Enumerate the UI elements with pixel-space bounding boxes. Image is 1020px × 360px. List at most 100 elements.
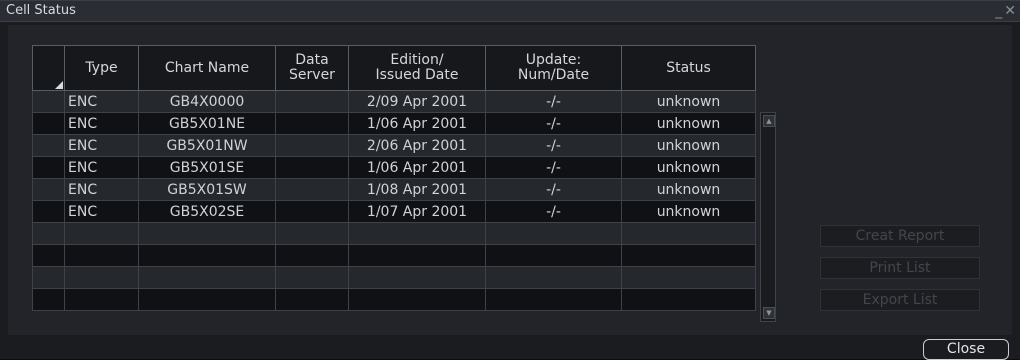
cell-data-server bbox=[275, 288, 349, 311]
row-selector[interactable] bbox=[32, 90, 65, 113]
cell-data-server bbox=[275, 156, 349, 179]
minimize-icon[interactable]: _ bbox=[995, 3, 1002, 19]
row-selector[interactable] bbox=[32, 288, 65, 311]
corner-triangle-icon bbox=[55, 81, 63, 89]
cell-chart-name: GB5X01SW bbox=[138, 178, 276, 201]
cell-edition: 1/07 Apr 2001 bbox=[348, 200, 486, 223]
cell-edition: 1/06 Apr 2001 bbox=[348, 156, 486, 179]
table-body: ENC GB4X0000 2/09 Apr 2001 -/- unknown ENC GB5… bbox=[32, 90, 756, 311]
column-header-line: Edition/ bbox=[390, 52, 444, 68]
cell-data-server bbox=[275, 112, 349, 135]
cell-edition bbox=[348, 266, 486, 289]
cell-data-server bbox=[275, 266, 349, 289]
cell-type bbox=[64, 288, 139, 311]
cell-type bbox=[64, 266, 139, 289]
cell-edition: 1/06 Apr 2001 bbox=[348, 112, 486, 135]
cell-status: unknown bbox=[621, 134, 756, 157]
cell-status: unknown bbox=[621, 90, 756, 113]
table-row[interactable] bbox=[32, 244, 756, 267]
cell-update bbox=[485, 244, 622, 267]
cell-status: unknown bbox=[621, 178, 756, 201]
cell-update: -/- bbox=[485, 156, 622, 179]
cell-status: unknown bbox=[621, 200, 756, 223]
cell-chart-name: GB5X01NW bbox=[138, 134, 276, 157]
cell-data-server bbox=[275, 134, 349, 157]
export-list-button[interactable]: Export List bbox=[820, 289, 980, 311]
cell-chart-name bbox=[138, 222, 276, 245]
close-icon[interactable]: ✕ bbox=[1004, 3, 1016, 19]
scroll-up-icon[interactable]: ▲ bbox=[763, 115, 775, 127]
column-header-chart-name[interactable]: Chart Name bbox=[138, 45, 276, 91]
cell-update: -/- bbox=[485, 178, 622, 201]
cell-edition: 2/09 Apr 2001 bbox=[348, 90, 486, 113]
table-row[interactable]: ENC GB5X01SW 1/08 Apr 2001 -/- unknown bbox=[32, 178, 756, 201]
table-row[interactable]: ENC GB5X02SE 1/07 Apr 2001 -/- unknown bbox=[32, 200, 756, 223]
footer-bar bbox=[0, 335, 1020, 359]
cell-update bbox=[485, 222, 622, 245]
close-button[interactable]: Close bbox=[923, 339, 1009, 360]
table-row[interactable]: ENC GB5X01SE 1/06 Apr 2001 -/- unknown bbox=[32, 156, 756, 179]
create-report-button[interactable]: Creat Report bbox=[820, 225, 980, 247]
row-selector[interactable] bbox=[32, 156, 65, 179]
cell-edition bbox=[348, 288, 486, 311]
cell-type: ENC bbox=[64, 112, 139, 135]
window-title: Cell Status bbox=[6, 3, 76, 18]
cell-chart-name bbox=[138, 266, 276, 289]
cell-chart-name: GB5X01SE bbox=[138, 156, 276, 179]
cell-data-server bbox=[275, 200, 349, 223]
cell-update: -/- bbox=[485, 112, 622, 135]
vertical-scrollbar[interactable]: ▲ ▼ bbox=[760, 112, 776, 322]
cell-type: ENC bbox=[64, 200, 139, 223]
cell-chart-name: GB5X01NE bbox=[138, 112, 276, 135]
row-selector[interactable] bbox=[32, 266, 65, 289]
table-row[interactable]: ENC GB4X0000 2/09 Apr 2001 -/- unknown bbox=[32, 90, 756, 113]
cell-edition bbox=[348, 222, 486, 245]
column-header-line: Server bbox=[289, 67, 335, 83]
column-header-status[interactable]: Status bbox=[621, 45, 756, 91]
select-all-header[interactable] bbox=[32, 45, 65, 91]
column-header-line: Data bbox=[295, 52, 329, 68]
cell-chart-name: GB5X02SE bbox=[138, 200, 276, 223]
cell-status: unknown bbox=[621, 156, 756, 179]
table-row[interactable]: ENC GB5X01NE 1/06 Apr 2001 -/- unknown bbox=[32, 112, 756, 135]
title-bar: Cell Status _ ✕ bbox=[0, 1, 1020, 22]
cell-data-server bbox=[275, 222, 349, 245]
cell-type: ENC bbox=[64, 134, 139, 157]
cell-status bbox=[621, 244, 756, 267]
cell-edition: 1/08 Apr 2001 bbox=[348, 178, 486, 201]
cell-type: ENC bbox=[64, 178, 139, 201]
table-row[interactable] bbox=[32, 222, 756, 245]
cell-edition bbox=[348, 244, 486, 267]
cell-type: ENC bbox=[64, 156, 139, 179]
row-selector[interactable] bbox=[32, 200, 65, 223]
column-header-type[interactable]: Type bbox=[64, 45, 139, 91]
column-header-data-server[interactable]: Data Server bbox=[275, 45, 349, 91]
table-row[interactable] bbox=[32, 266, 756, 289]
table-row[interactable] bbox=[32, 288, 756, 311]
row-selector[interactable] bbox=[32, 222, 65, 245]
cell-data-server bbox=[275, 244, 349, 267]
table-row[interactable]: ENC GB5X01NW 2/06 Apr 2001 -/- unknown bbox=[32, 134, 756, 157]
cell-status bbox=[621, 288, 756, 311]
row-selector[interactable] bbox=[32, 244, 65, 267]
cell-type bbox=[64, 222, 139, 245]
cell-update: -/- bbox=[485, 134, 622, 157]
column-header-line: Update: bbox=[525, 52, 582, 68]
scroll-down-icon[interactable]: ▼ bbox=[763, 307, 775, 319]
cell-table-container: Type Chart Name Data Server Edition/Issue… bbox=[32, 45, 776, 325]
cell-status bbox=[621, 222, 756, 245]
cell-update: -/- bbox=[485, 90, 622, 113]
column-header-update[interactable]: Update: Num/Date bbox=[485, 45, 622, 91]
row-selector[interactable] bbox=[32, 134, 65, 157]
row-selector[interactable] bbox=[32, 178, 65, 201]
column-header-edition[interactable]: Edition/Issued Date bbox=[348, 45, 486, 91]
cell-status-table: Type Chart Name Data Server Edition/Issue… bbox=[32, 45, 756, 311]
cell-chart-name bbox=[138, 288, 276, 311]
cell-status-window: Cell Status _ ✕ Type Chart Name Data Ser… bbox=[0, 0, 1020, 360]
row-selector[interactable] bbox=[32, 112, 65, 135]
print-list-button[interactable]: Print List bbox=[820, 257, 980, 279]
column-header-line: Issued Date bbox=[375, 67, 459, 83]
cell-chart-name: GB4X0000 bbox=[138, 90, 276, 113]
column-header-line: Num/Date bbox=[517, 67, 590, 83]
cell-status bbox=[621, 266, 756, 289]
